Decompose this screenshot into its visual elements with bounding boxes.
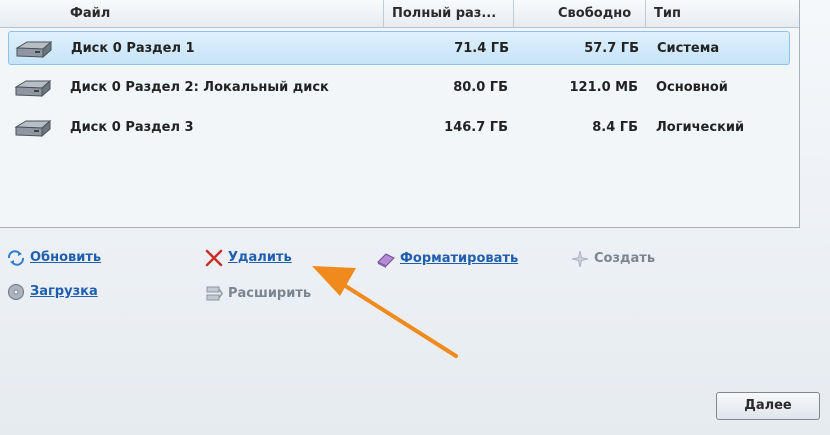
partition-row[interactable]: Диск 0 Раздел 1 71.4 ГБ 57.7 ГБ Система <box>8 31 790 65</box>
disk-icon <box>14 79 52 98</box>
partition-row[interactable]: Диск 0 Раздел 2: Локальный диск 80.0 ГБ … <box>8 71 790 105</box>
load-disc-icon <box>8 284 24 300</box>
partition-free: 57.7 ГБ <box>584 41 639 56</box>
next-button[interactable]: Далее <box>716 392 820 420</box>
column-header-free[interactable]: Свободно <box>514 0 646 27</box>
partition-free: 121.0 МБ <box>569 80 639 95</box>
partition-type: Система <box>657 41 720 56</box>
column-header-type[interactable]: Тип <box>646 0 799 27</box>
load-label: Загрузка <box>30 284 98 299</box>
extend-icon <box>206 286 223 301</box>
column-header: Файл Полный раз... Свободно Тип <box>0 0 799 28</box>
delete-label: Удалить <box>228 250 292 265</box>
format-label: Форматировать <box>400 251 519 266</box>
partition-total: 80.0 ГБ <box>453 80 508 95</box>
delete-x-icon <box>205 249 223 267</box>
refresh-icon <box>7 250 25 266</box>
partition-list: Файл Полный раз... Свободно Тип Диск 0 Р… <box>0 0 800 228</box>
partition-type: Основной <box>656 80 728 95</box>
column-header-total[interactable]: Полный раз... <box>384 0 514 27</box>
refresh-label: Обновить <box>30 250 102 265</box>
extend-label: Расширить <box>228 286 312 301</box>
partition-type: Логический <box>656 120 745 135</box>
disk-icon <box>15 40 53 59</box>
column-header-file[interactable]: Файл <box>62 0 384 27</box>
create-label: Создать <box>594 251 656 266</box>
partition-total: 71.4 ГБ <box>454 41 509 56</box>
partition-total: 146.7 ГБ <box>444 120 508 135</box>
disk-icon <box>14 119 52 138</box>
partition-name: Диск 0 Раздел 3 <box>70 120 194 135</box>
create-sparkle-icon <box>571 250 589 268</box>
next-button-label: Далее <box>744 398 792 413</box>
format-eraser-icon <box>377 253 395 268</box>
partition-free: 8.4 ГБ <box>592 120 638 135</box>
partition-name: Диск 0 Раздел 2: Локальный диск <box>70 80 329 95</box>
partition-row[interactable]: Диск 0 Раздел 3 146.7 ГБ 8.4 ГБ Логическ… <box>8 111 790 145</box>
partition-name: Диск 0 Раздел 1 <box>71 41 195 56</box>
